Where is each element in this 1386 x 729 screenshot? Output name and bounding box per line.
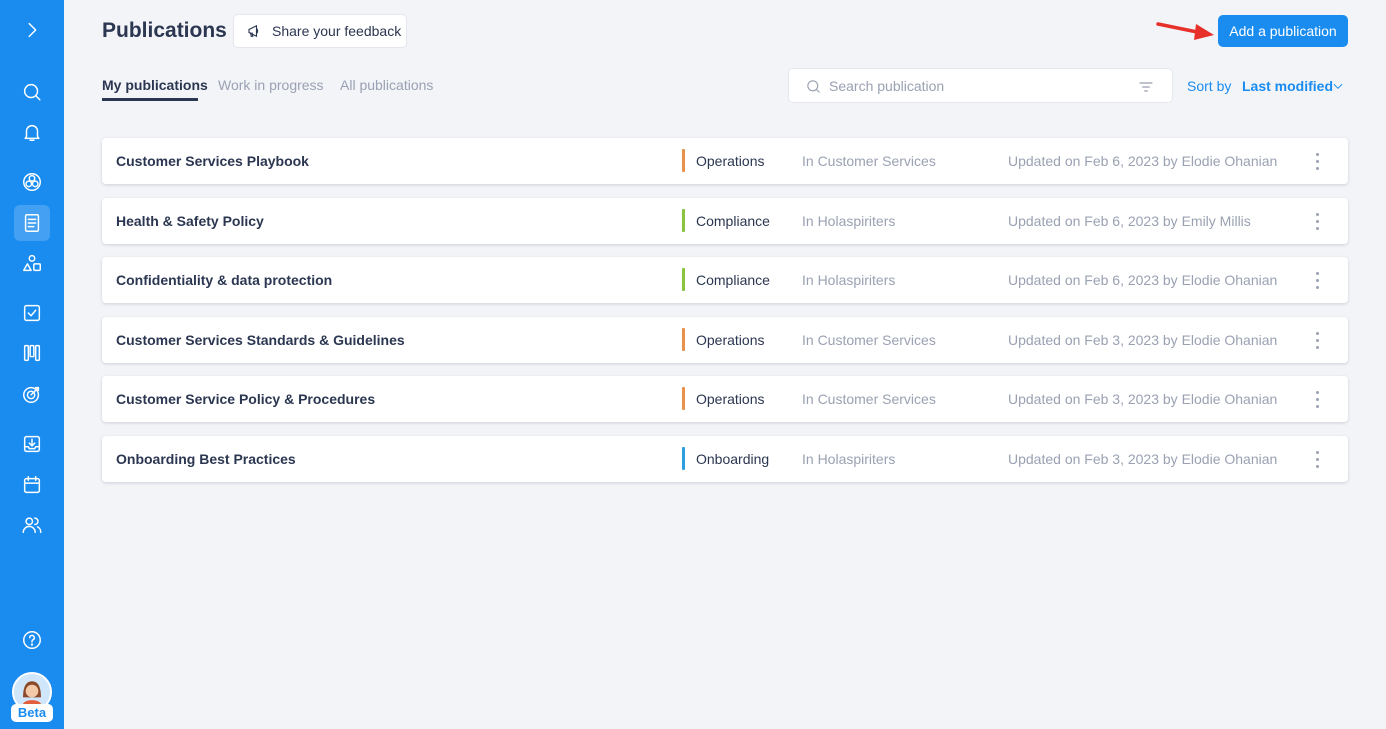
inbox-download-icon[interactable] xyxy=(14,426,50,462)
table-row[interactable]: Customer Service Policy & Procedures Ope… xyxy=(102,376,1348,422)
page-title: Publications xyxy=(102,19,227,42)
roles-icon[interactable] xyxy=(14,245,50,281)
calendar-icon[interactable] xyxy=(14,467,50,503)
publication-category: Operations xyxy=(696,332,765,348)
publication-updated: Updated on Feb 6, 2023 by Elodie Ohanian xyxy=(1008,153,1278,169)
publication-space: In Customer Services xyxy=(802,391,936,407)
publication-space: In Holaspiriters xyxy=(802,213,896,229)
table-row[interactable]: Confidentiality & data protection Compli… xyxy=(102,257,1348,303)
more-options-icon[interactable] xyxy=(1306,267,1328,293)
publication-title: Health & Safety Policy xyxy=(116,213,264,229)
sort-by-label: Sort by xyxy=(1187,78,1232,94)
table-row[interactable]: Onboarding Best Practices Onboarding In … xyxy=(102,436,1348,482)
category-color-bar xyxy=(682,268,685,291)
search-box xyxy=(788,68,1173,103)
expand-icon[interactable] xyxy=(14,12,50,48)
tab-all-publications[interactable]: All publications xyxy=(340,77,433,93)
document-icon[interactable] xyxy=(14,205,50,241)
publication-space: In Holaspiriters xyxy=(802,272,896,288)
category-color-bar xyxy=(682,447,685,470)
more-options-icon[interactable] xyxy=(1306,327,1328,353)
publication-updated: Updated on Feb 3, 2023 by Elodie Ohanian xyxy=(1008,332,1278,348)
tab-work-in-progress[interactable]: Work in progress xyxy=(218,77,324,93)
publication-category: Onboarding xyxy=(696,451,770,467)
publication-space: In Customer Services xyxy=(802,332,936,348)
share-feedback-button[interactable]: Share your feedback xyxy=(233,14,407,48)
sidebar: Beta xyxy=(0,0,64,729)
red-arrow-icon xyxy=(1156,22,1214,40)
chevron-down-icon[interactable] xyxy=(1331,79,1345,93)
publication-updated: Updated on Feb 3, 2023 by Elodie Ohanian xyxy=(1008,451,1278,467)
category-color-bar xyxy=(682,328,685,351)
checklist-icon[interactable] xyxy=(14,295,50,331)
publication-updated: Updated on Feb 6, 2023 by Emily Millis xyxy=(1008,213,1251,229)
category-color-bar xyxy=(682,209,685,232)
publication-category: Operations xyxy=(696,391,765,407)
search-icon[interactable] xyxy=(14,74,50,110)
help-icon[interactable] xyxy=(14,622,50,658)
publication-space: In Customer Services xyxy=(802,153,936,169)
people-icon[interactable] xyxy=(14,507,50,543)
circles-icon[interactable] xyxy=(14,164,50,200)
publication-category: Operations xyxy=(696,153,765,169)
publication-title: Customer Service Policy & Procedures xyxy=(116,391,376,407)
publication-updated: Updated on Feb 6, 2023 by Elodie Ohanian xyxy=(1008,272,1278,288)
publication-category: Compliance xyxy=(696,213,770,229)
beta-badge: Beta xyxy=(11,704,53,722)
filter-icon[interactable] xyxy=(1138,79,1154,95)
board-icon[interactable] xyxy=(14,335,50,371)
goal-target-icon[interactable] xyxy=(14,376,50,412)
table-row[interactable]: Health & Safety Policy Compliance In Hol… xyxy=(102,198,1348,244)
category-color-bar xyxy=(682,387,685,410)
publication-space: In Holaspiriters xyxy=(802,451,896,467)
category-color-bar xyxy=(682,149,685,172)
publication-title: Confidentiality & data protection xyxy=(116,272,333,288)
publication-category: Compliance xyxy=(696,272,770,288)
more-options-icon[interactable] xyxy=(1306,446,1328,472)
megaphone-icon xyxy=(248,24,259,38)
sort-by-dropdown[interactable]: Last modified xyxy=(1242,78,1333,94)
search-icon xyxy=(807,80,820,93)
publication-updated: Updated on Feb 3, 2023 by Elodie Ohanian xyxy=(1008,391,1278,407)
notification-bell-icon[interactable] xyxy=(14,114,50,150)
more-options-icon[interactable] xyxy=(1306,386,1328,412)
table-row[interactable]: Customer Services Standards & Guidelines… xyxy=(102,317,1348,363)
publication-title: Onboarding Best Practices xyxy=(116,451,296,467)
tab-my-publications[interactable]: My publications xyxy=(102,77,208,93)
more-options-icon[interactable] xyxy=(1306,148,1328,174)
active-tab-indicator xyxy=(102,98,198,101)
search-input[interactable] xyxy=(829,75,1129,97)
share-feedback-label: Share your feedback xyxy=(272,23,402,39)
add-publication-button[interactable]: Add a publication xyxy=(1218,15,1348,47)
more-options-icon[interactable] xyxy=(1306,208,1328,234)
table-row[interactable]: Customer Services Playbook Operations In… xyxy=(102,138,1348,184)
publication-title: Customer Services Playbook xyxy=(116,153,309,169)
publication-title: Customer Services Standards & Guidelines xyxy=(116,332,405,348)
